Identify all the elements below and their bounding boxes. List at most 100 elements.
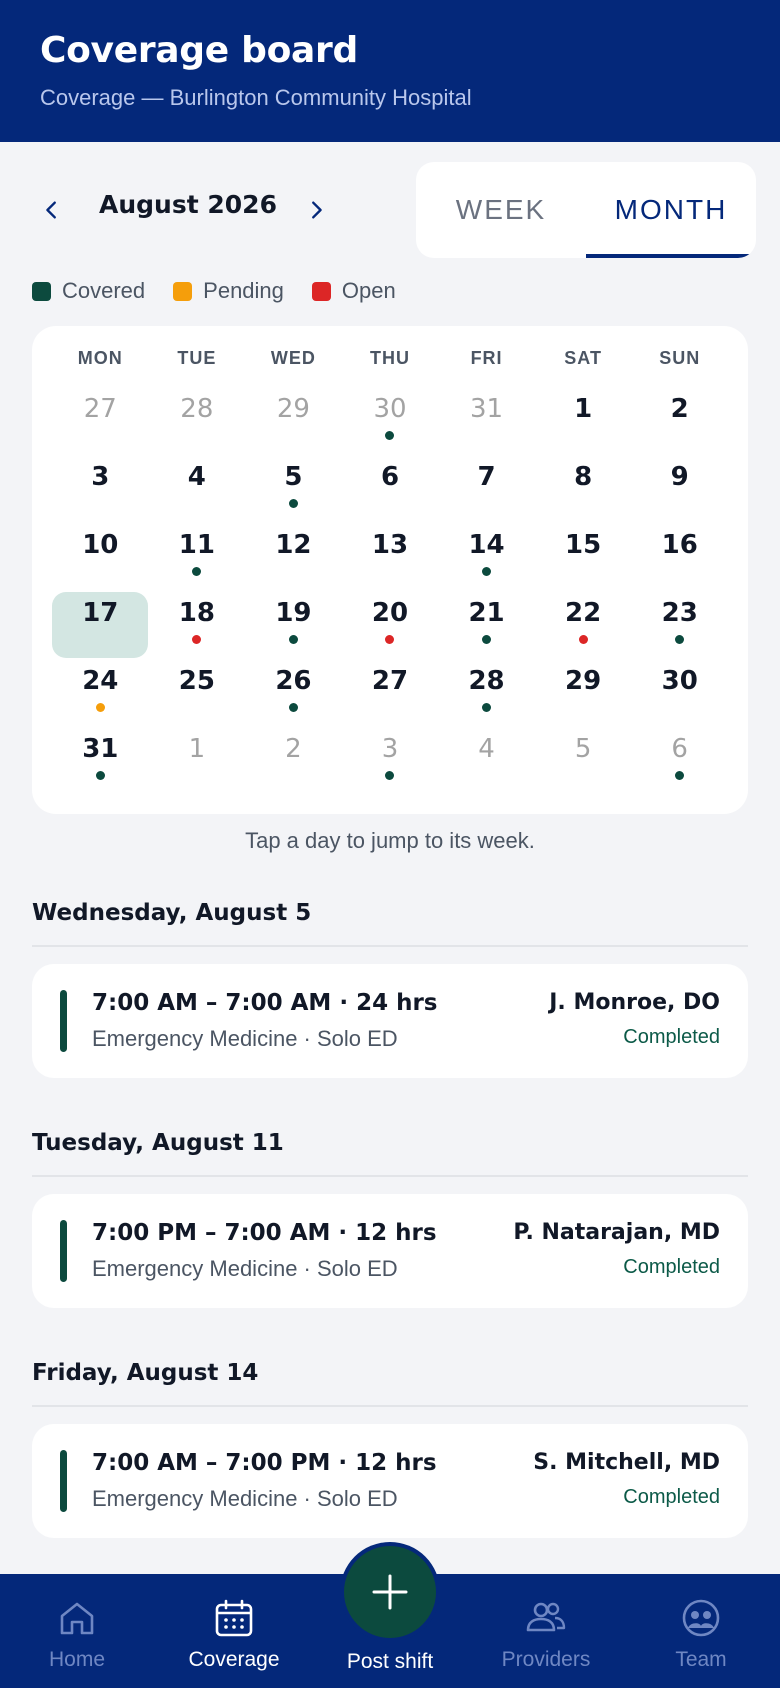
day-number: 2 bbox=[285, 734, 302, 764]
calendar-day[interactable]: 25 bbox=[149, 660, 246, 728]
nav-item-providers[interactable]: Providers bbox=[490, 1596, 602, 1672]
calendar-day[interactable]: 4 bbox=[149, 456, 246, 524]
calendar-day[interactable]: 31 bbox=[438, 388, 535, 456]
post-shift-label: Post shift bbox=[346, 1650, 434, 1673]
calendar-day[interactable]: 2 bbox=[631, 388, 728, 456]
day-cell-inner: 22 bbox=[535, 592, 631, 658]
legend-label: Open bbox=[341, 278, 396, 303]
day-cell-inner: 10 bbox=[52, 524, 148, 590]
calendar-icon bbox=[215, 1599, 253, 1637]
calendar-day[interactable]: 7 bbox=[438, 456, 535, 524]
calendar-day[interactable]: 24 bbox=[52, 660, 149, 728]
day-number: 4 bbox=[478, 734, 495, 764]
calendar-day[interactable]: 1 bbox=[535, 388, 632, 456]
calendar-day[interactable]: 9 bbox=[631, 456, 728, 524]
calendar-day[interactable]: 11 bbox=[149, 524, 246, 592]
day-number: 22 bbox=[565, 598, 602, 628]
weekday-label: MON bbox=[77, 348, 123, 368]
weekday-label: FRI bbox=[470, 348, 503, 368]
nav-item-team[interactable]: Team bbox=[662, 1596, 740, 1672]
status-dot-covered bbox=[288, 635, 298, 644]
day-cell-inner: 29 bbox=[245, 388, 341, 454]
calendar-day[interactable]: 19 bbox=[245, 592, 342, 660]
prev-month-button[interactable] bbox=[30, 188, 74, 232]
divider bbox=[32, 945, 748, 947]
date-heading: Friday, August 14 bbox=[32, 1360, 259, 1386]
calendar-day[interactable]: 14 bbox=[438, 524, 535, 592]
calendar-day[interactable]: 3 bbox=[52, 456, 149, 524]
day-number: 6 bbox=[380, 462, 400, 492]
calendar-day[interactable]: 21 bbox=[438, 592, 535, 660]
legend-label: Covered bbox=[62, 278, 146, 303]
calendar-day[interactable]: 3 bbox=[342, 728, 439, 796]
day-cell-inner: 7 bbox=[439, 456, 535, 522]
day-number: 3 bbox=[91, 462, 110, 492]
status-dot-covered bbox=[482, 703, 492, 712]
calendar-day[interactable]: 5 bbox=[535, 728, 632, 796]
status-legend: Covered Pending Open bbox=[32, 278, 424, 304]
status-dot-covered bbox=[288, 703, 298, 712]
day-number: 13 bbox=[371, 530, 409, 560]
legend-swatch bbox=[32, 281, 51, 301]
legend-label: Pending bbox=[203, 278, 284, 303]
calendar-day[interactable]: 10 bbox=[52, 524, 149, 592]
calendar-day[interactable]: 6 bbox=[342, 456, 439, 524]
calendar-day[interactable]: 31 bbox=[52, 728, 149, 796]
shift-card[interactable]: 7:00 AM – 7:00 AM · 24 hrs Emergency Med… bbox=[32, 964, 748, 1078]
day-number: 7 bbox=[477, 462, 496, 492]
fab-ring bbox=[340, 1542, 440, 1642]
weekday-label: SUN bbox=[659, 348, 701, 368]
calendar-day[interactable]: 20 bbox=[342, 592, 439, 660]
calendar-day[interactable]: 6 bbox=[631, 728, 728, 796]
week-row: 27 28 29 30 31 1 2 bbox=[52, 388, 728, 456]
calendar-day-selected[interactable]: 17 bbox=[52, 592, 149, 660]
calendar-day[interactable]: 29 bbox=[245, 388, 342, 456]
calendar-day[interactable]: 1 bbox=[149, 728, 246, 796]
weekday-label: TUE bbox=[177, 348, 217, 368]
legend-swatch bbox=[311, 281, 331, 301]
day-number: 30 bbox=[373, 394, 407, 424]
day-cell-inner: 29 bbox=[535, 660, 631, 726]
shift-card[interactable]: 7:00 PM – 7:00 AM · 12 hrs Emergency Med… bbox=[32, 1194, 748, 1308]
calendar-day[interactable]: 16 bbox=[631, 524, 728, 592]
calendar-day[interactable]: 5 bbox=[245, 456, 342, 524]
calendar-day[interactable]: 12 bbox=[245, 524, 342, 592]
day-cell-inner: 28 bbox=[149, 388, 245, 454]
calendar-day[interactable]: 4 bbox=[438, 728, 535, 796]
day-cell-inner: 11 bbox=[149, 524, 245, 590]
calendar-grid: 27 28 29 30 31 1 2 3 4 5 6 7 8 9 10 11 12 13 14 15 16 17 18 19 2… bbox=[52, 388, 728, 796]
calendar-day[interactable]: 27 bbox=[52, 388, 149, 456]
nav-item-coverage[interactable]: Coverage bbox=[178, 1596, 290, 1672]
calendar-day[interactable]: 28 bbox=[149, 388, 246, 456]
calendar-day[interactable]: 30 bbox=[342, 388, 439, 456]
calendar-day[interactable]: 18 bbox=[149, 592, 246, 660]
status-bar bbox=[60, 1220, 67, 1282]
shift-department: Emergency Medicine · Solo ED bbox=[92, 1026, 398, 1051]
next-month-button[interactable] bbox=[294, 188, 338, 232]
calendar-day[interactable]: 26 bbox=[245, 660, 342, 728]
day-cell-inner: 3 bbox=[52, 456, 148, 522]
calendar-day[interactable]: 28 bbox=[438, 660, 535, 728]
shift-status: Completed bbox=[623, 1026, 720, 1048]
day-number: 4 bbox=[187, 462, 206, 492]
day-number: 2 bbox=[670, 394, 689, 424]
tab-month[interactable]: MONTH bbox=[586, 162, 756, 258]
nav-item-home[interactable]: Home bbox=[37, 1596, 117, 1672]
day-number: 5 bbox=[574, 734, 592, 764]
calendar-day[interactable]: 13 bbox=[342, 524, 439, 592]
calendar-day[interactable]: 27 bbox=[342, 660, 439, 728]
tab-week[interactable]: WEEK bbox=[416, 162, 586, 258]
calendar-day[interactable]: 23 bbox=[631, 592, 728, 660]
day-number: 23 bbox=[661, 598, 698, 628]
month-controls: August 2026 WEEK MONTH bbox=[0, 162, 780, 258]
calendar-day[interactable]: 29 bbox=[535, 660, 632, 728]
calendar-day[interactable]: 15 bbox=[535, 524, 632, 592]
day-cell-inner: 18 bbox=[149, 592, 245, 658]
calendar-day[interactable]: 30 bbox=[631, 660, 728, 728]
calendar-day[interactable]: 22 bbox=[535, 592, 632, 660]
calendar-day[interactable]: 8 bbox=[535, 456, 632, 524]
day-cell-inner: 4 bbox=[439, 728, 535, 794]
post-shift-button[interactable] bbox=[344, 1546, 436, 1638]
calendar-day[interactable]: 2 bbox=[245, 728, 342, 796]
shift-card[interactable]: 7:00 AM – 7:00 PM · 12 hrs Emergency Med… bbox=[32, 1424, 748, 1538]
